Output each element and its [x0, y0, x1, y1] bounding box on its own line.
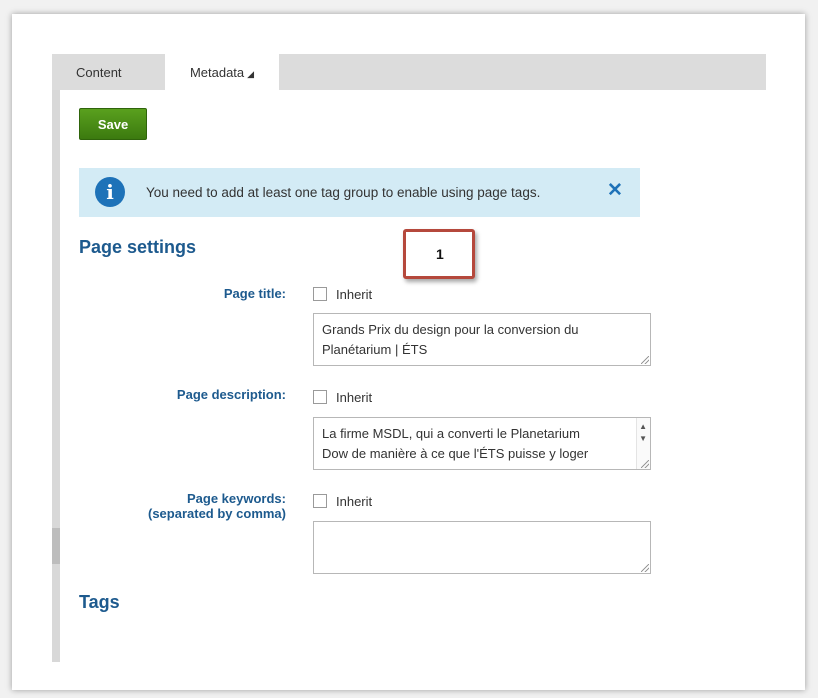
tab-bar: Content Metadata ◢ [52, 54, 766, 90]
scroll-down-icon[interactable]: ▼ [639, 435, 647, 443]
info-icon: i [95, 177, 125, 207]
page-title-textarea[interactable]: Grands Prix du design pour la conversion… [313, 313, 651, 366]
callout-number: 1 [436, 246, 444, 262]
page-settings-heading: Page settings [79, 237, 197, 257]
page-title-line-1: Grands Prix du design pour la conversion… [322, 322, 579, 337]
page-keywords-inherit-label: Inherit [336, 494, 373, 509]
resize-grip-icon[interactable] [641, 356, 649, 364]
page-description-inherit-label: Inherit [336, 390, 373, 405]
tab-metadata[interactable]: Metadata ◢ [165, 54, 279, 90]
page-keywords-label-line-1: Page keywords: [187, 491, 286, 506]
left-panel-divider [52, 54, 60, 662]
save-button[interactable]: Save [79, 108, 147, 140]
page-title-line-2: Planétarium | ÉTS [322, 342, 428, 357]
tab-metadata-label: Metadata [189, 65, 245, 80]
alert-message: You need to add at least one tag group t… [146, 185, 541, 200]
page-keywords-textarea[interactable] [313, 521, 651, 574]
close-icon[interactable]: ✕ [607, 180, 623, 202]
page-description-textarea[interactable]: La firme MSDL, qui a converti le Planeta… [313, 417, 651, 470]
tab-content-label: Content [76, 65, 122, 80]
page-description-label: Page description: [176, 387, 286, 402]
page-title-label: Page title: [223, 286, 286, 301]
page-keywords-label: Page keywords: (separated by comma) [148, 491, 286, 521]
page-title-inherit-checkbox[interactable] [313, 287, 327, 301]
caret-down-icon: ◢ [247, 69, 255, 79]
info-alert: i You need to add at least one tag group… [79, 168, 640, 217]
resize-grip-icon[interactable] [641, 460, 649, 468]
page-description-inherit-checkbox[interactable] [313, 390, 327, 404]
page-keywords-label-line-2: (separated by comma) [148, 506, 286, 521]
resize-grip-icon[interactable] [641, 564, 649, 572]
scroll-up-icon[interactable]: ▲ [639, 423, 647, 431]
page-description-line-2: Dow de manière à ce que l'ÉTS puisse y l… [322, 446, 589, 461]
page-description-line-1: La firme MSDL, qui a converti le Planeta… [322, 426, 580, 441]
tags-heading: Tags [79, 592, 120, 612]
panel-resize-handle[interactable] [52, 528, 60, 564]
page-title-inherit-label: Inherit [336, 287, 373, 302]
page-keywords-inherit-checkbox[interactable] [313, 494, 327, 508]
tab-content[interactable]: Content [76, 54, 172, 90]
annotation-callout: 1 [403, 229, 475, 279]
